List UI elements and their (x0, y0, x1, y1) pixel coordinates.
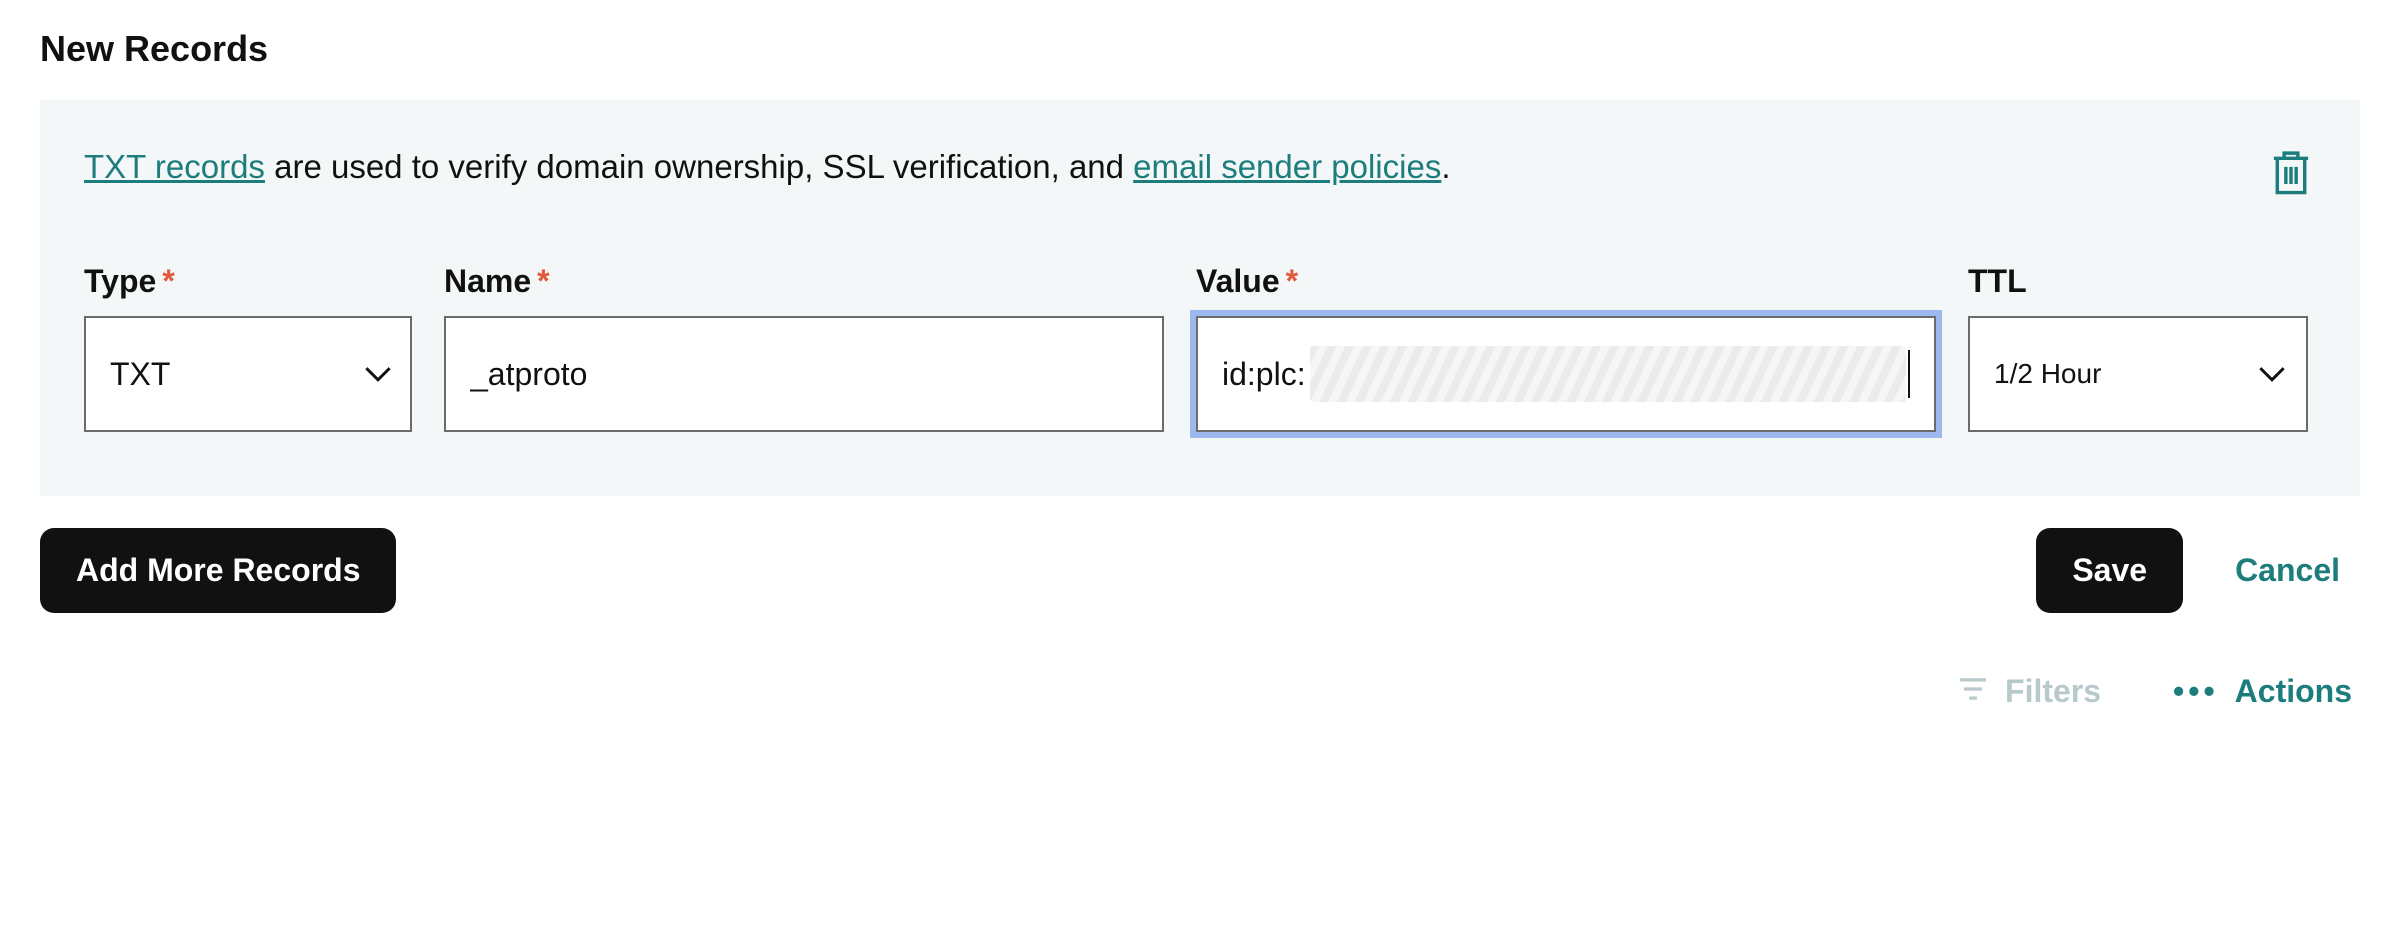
ttl-label: TTL (1968, 263, 2308, 300)
delete-record-button[interactable] (2266, 144, 2316, 203)
type-select[interactable]: TXT (84, 316, 412, 432)
cancel-button[interactable]: Cancel (2215, 528, 2360, 613)
required-asterisk: * (1286, 263, 1298, 299)
value-input[interactable]: id:plc: (1196, 316, 1936, 432)
txt-records-link[interactable]: TXT records (84, 148, 265, 185)
text-cursor (1908, 350, 1910, 398)
value-field: Value* id:plc: (1196, 263, 1936, 432)
actions-button[interactable]: ••• Actions (2173, 673, 2352, 710)
name-label: Name* (444, 263, 1164, 300)
save-button[interactable]: Save (2036, 528, 2183, 613)
type-field: Type* TXT (84, 263, 412, 432)
name-input[interactable] (444, 316, 1164, 432)
trash-icon (2270, 148, 2312, 199)
filters-button[interactable]: Filters (1957, 673, 2101, 710)
actions-label: Actions (2235, 673, 2352, 710)
value-label: Value* (1196, 263, 1936, 300)
record-description: TXT records are used to verify domain ow… (84, 144, 1451, 190)
required-asterisk: * (537, 263, 549, 299)
value-prefix: id:plc: (1222, 356, 1306, 393)
description-end: . (1441, 148, 1450, 185)
description-middle: are used to verify domain ownership, SSL… (265, 148, 1133, 185)
ttl-field: TTL 1/2 Hour (1968, 263, 2308, 432)
type-label: Type* (84, 263, 412, 300)
ellipsis-icon: ••• (2173, 673, 2219, 710)
ttl-value: 1/2 Hour (1994, 358, 2101, 390)
ttl-select[interactable]: 1/2 Hour (1968, 316, 2308, 432)
name-field: Name* (444, 263, 1164, 432)
new-record-panel: TXT records are used to verify domain ow… (40, 100, 2360, 496)
chevron-down-icon (2258, 358, 2286, 390)
redacted-value (1310, 346, 1906, 402)
filters-label: Filters (2005, 673, 2101, 710)
page-title: New Records (40, 28, 2360, 70)
add-more-records-button[interactable]: Add More Records (40, 528, 396, 613)
type-value: TXT (110, 356, 170, 393)
email-policies-link[interactable]: email sender policies (1133, 148, 1441, 185)
filter-icon (1957, 673, 1989, 710)
required-asterisk: * (162, 263, 174, 299)
